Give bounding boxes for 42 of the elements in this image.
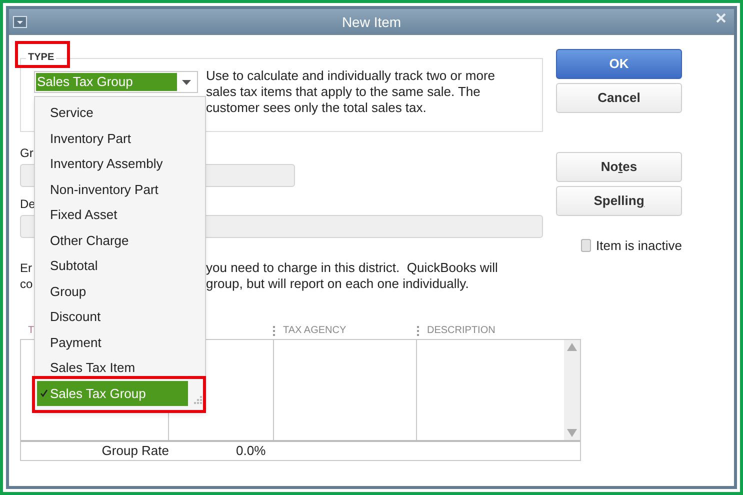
check-icon xyxy=(40,389,48,398)
column-header: DESCRIPTION xyxy=(427,324,496,338)
scroll-down-icon[interactable] xyxy=(567,428,578,436)
text-fragment: Er xyxy=(20,260,32,274)
type-description: Use to calculate and individually track two or more sales tax items that apply to the same sale. The customer sees only the total sales tax. xyxy=(206,68,496,116)
column-header: TAX AGENCY xyxy=(283,324,346,338)
selected-type: Sales Tax Group xyxy=(36,73,177,91)
text-fragment: co xyxy=(20,276,33,290)
dropdown-item[interactable]: Payment xyxy=(35,330,205,355)
scrollbar[interactable] xyxy=(564,340,580,440)
close-icon[interactable] xyxy=(716,13,726,23)
resize-grip-icon[interactable] xyxy=(194,396,202,404)
dropdown-item[interactable]: Discount xyxy=(35,304,205,330)
window-menu-icon[interactable] xyxy=(13,16,27,28)
dialog-button[interactable]: Spelling xyxy=(556,186,682,216)
dropdown-item[interactable]: Sales Tax Item xyxy=(35,355,205,380)
dropdown-item[interactable]: Other Charge xyxy=(35,228,205,253)
column-header: T xyxy=(27,324,36,338)
scroll-up-icon[interactable] xyxy=(567,342,578,350)
group-rate-value: 0.0% xyxy=(236,442,266,460)
group-rate-label: Group Rate xyxy=(100,442,169,460)
note-text: group, but will report on each one individually. xyxy=(206,276,469,292)
dropdown-item[interactable]: Non-inventory Part xyxy=(35,176,205,202)
field-label: De xyxy=(20,197,36,212)
caret-icon xyxy=(182,80,191,84)
checkbox-label: Item is inactive xyxy=(596,237,682,255)
highlight-box xyxy=(15,41,70,68)
dropdown-item[interactable]: Sales Tax Group xyxy=(37,380,188,406)
type-dropdown[interactable]: Sales Tax Group xyxy=(34,71,198,93)
dropdown-item[interactable]: Inventory Assembly xyxy=(35,151,205,176)
window-title: New Item xyxy=(342,12,402,32)
dropdown-item[interactable]: Fixed Asset xyxy=(35,202,205,228)
dialog-button[interactable]: OK xyxy=(556,49,682,79)
dropdown-item[interactable]: Service xyxy=(35,100,205,126)
dropdown-item[interactable]: Subtotal xyxy=(35,253,205,278)
dropdown-item[interactable]: Inventory Part xyxy=(35,126,205,151)
note-text: you need to charge in this district. QuickBooks will xyxy=(206,260,498,276)
checkbox[interactable] xyxy=(581,239,592,252)
dialog-button[interactable]: Cancel xyxy=(556,83,682,113)
dropdown-item[interactable]: Group xyxy=(35,278,205,304)
dialog-button[interactable]: Notes xyxy=(556,152,682,182)
field-label: Gr xyxy=(20,146,34,161)
